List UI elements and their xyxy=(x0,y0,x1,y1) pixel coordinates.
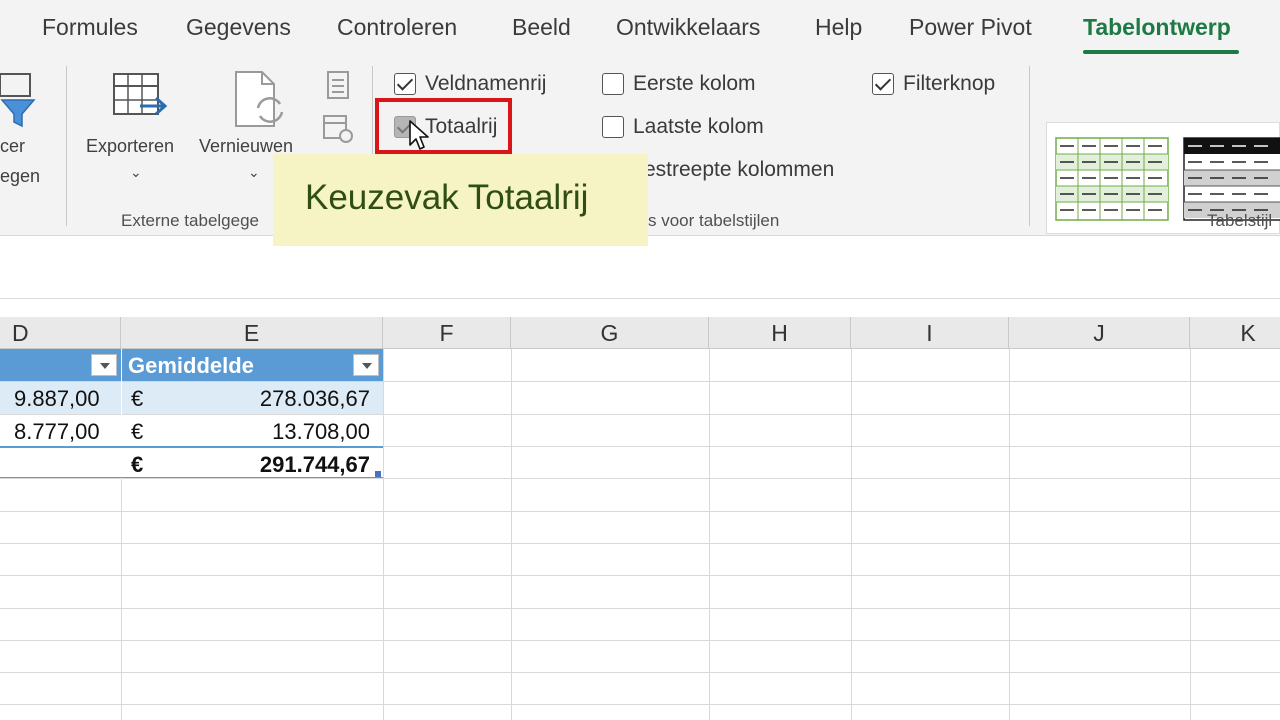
grid-line xyxy=(0,414,1280,415)
column-header-d[interactable]: D xyxy=(0,317,121,349)
tab-formules[interactable]: Formules xyxy=(42,14,138,41)
table-style-light-green[interactable] xyxy=(1055,137,1169,221)
table-bottom-border xyxy=(0,477,383,478)
grid-line xyxy=(0,640,1280,641)
open-in-browser-icon[interactable] xyxy=(322,114,354,144)
last-column-label: Laatste kolom xyxy=(633,115,764,138)
active-tab-underline xyxy=(1083,50,1239,54)
worksheet-grid[interactable]: Gemiddelde 9.887,00 € 278.036,67 8.777,0… xyxy=(0,349,1280,720)
tab-beeld[interactable]: Beeld xyxy=(512,14,571,41)
highlight-box xyxy=(375,98,512,154)
total-row-cell[interactable]: 291.744,67 xyxy=(260,452,370,478)
external-table-data-group-label: Externe tabelgege xyxy=(121,211,259,230)
table-header-row: Gemiddelde xyxy=(0,349,383,381)
grid-line xyxy=(0,511,1280,512)
tab-power-pivot[interactable]: Power Pivot xyxy=(909,14,1032,41)
banded-columns-label: estreepte kolommen xyxy=(644,158,835,181)
table-cell[interactable]: 9.887,00 xyxy=(14,386,100,412)
refresh-icon[interactable] xyxy=(232,70,288,130)
table-style-options-group-label: s voor tabelstijlen xyxy=(648,211,780,230)
first-column-label: Eerste kolom xyxy=(633,72,756,95)
tab-gegevens[interactable]: Gegevens xyxy=(186,14,291,41)
tab-ontwikkelaars[interactable]: Ontwikkelaars xyxy=(616,14,760,41)
column-header-i[interactable]: I xyxy=(851,317,1009,349)
grid-line xyxy=(851,349,852,720)
table-resize-handle[interactable] xyxy=(375,471,381,477)
column-header-f[interactable]: F xyxy=(383,317,511,349)
grid-line xyxy=(709,349,710,720)
table-styles-group-label: Tabelstijl xyxy=(1207,211,1273,230)
filter-button-label: Filterknop xyxy=(903,72,996,95)
filter-dropdown-e[interactable] xyxy=(353,354,379,376)
grid-line xyxy=(0,672,1280,673)
grid-line xyxy=(0,608,1280,609)
tab-controleren[interactable]: Controleren xyxy=(337,14,457,41)
tab-tabelontwerp[interactable]: Tabelontwerp xyxy=(1083,14,1231,41)
header-row-checkbox[interactable]: Veldnamenrij xyxy=(394,69,546,99)
filter-dropdown-d[interactable] xyxy=(91,354,117,376)
table-col-divider xyxy=(121,349,122,479)
last-column-check[interactable] xyxy=(602,116,624,138)
table-style-dark-grey[interactable] xyxy=(1183,137,1280,221)
tab-help[interactable]: Help xyxy=(815,14,862,41)
first-column-check[interactable] xyxy=(602,73,624,95)
grid-line xyxy=(1190,349,1191,720)
slicer-label-partial-2: egen xyxy=(0,166,41,186)
export-button-label[interactable]: Exporteren xyxy=(86,136,174,157)
filter-button-checkbox[interactable]: Filterknop xyxy=(872,69,995,99)
excel-window: Formules Gegevens Controleren Beeld Ontw… xyxy=(0,0,1280,720)
last-column-checkbox[interactable]: Laatste kolom xyxy=(602,112,764,142)
total-row-border xyxy=(0,446,383,448)
caption-tooltip: Keuzevak Totaalrij xyxy=(273,154,648,246)
slicer-icon[interactable] xyxy=(0,72,36,128)
table-cell[interactable]: 8.777,00 xyxy=(14,419,100,445)
filter-button-check[interactable] xyxy=(872,73,894,95)
grid-line xyxy=(0,543,1280,544)
column-headers: D E F G H I J K xyxy=(0,317,1280,349)
group-separator xyxy=(1029,66,1030,226)
grid-line xyxy=(0,478,1280,479)
properties-icon[interactable] xyxy=(326,70,350,100)
currency-symbol: € xyxy=(131,452,144,477)
currency-symbol: € xyxy=(131,419,144,444)
slicer-label-partial: cer xyxy=(0,136,26,156)
grid-line xyxy=(0,704,1280,705)
first-column-checkbox[interactable]: Eerste kolom xyxy=(602,69,756,99)
grid-line xyxy=(511,349,512,720)
export-chevron-down-icon[interactable]: ⌄ xyxy=(130,164,142,181)
table-cell[interactable]: 278.036,67 xyxy=(260,386,370,412)
table-cell[interactable]: 13.708,00 xyxy=(272,419,370,445)
ribbon-tab-bar: Formules Gegevens Controleren Beeld Ontw… xyxy=(0,0,1280,56)
grid-line xyxy=(383,349,384,720)
table-header-gemiddelde: Gemiddelde xyxy=(128,353,254,378)
banded-columns-checkbox[interactable]: estreepte kolommen xyxy=(644,155,834,185)
formula-bar-area xyxy=(0,237,1280,299)
column-header-g[interactable]: G xyxy=(511,317,709,349)
column-header-j[interactable]: J xyxy=(1009,317,1190,349)
group-separator xyxy=(66,66,67,226)
currency-symbol: € xyxy=(131,386,144,411)
caption-text: Keuzevak Totaalrij xyxy=(305,178,589,217)
column-header-e[interactable]: E xyxy=(121,317,383,349)
column-header-h[interactable]: H xyxy=(709,317,851,349)
export-icon[interactable] xyxy=(112,72,168,128)
mouse-cursor-icon xyxy=(409,120,429,150)
grid-line xyxy=(0,575,1280,576)
header-row-check[interactable] xyxy=(394,73,416,95)
refresh-chevron-down-icon[interactable]: ⌄ xyxy=(248,164,260,181)
header-row-label: Veldnamenrij xyxy=(425,72,547,95)
column-header-k[interactable]: K xyxy=(1190,317,1280,349)
grid-line xyxy=(1009,349,1010,720)
